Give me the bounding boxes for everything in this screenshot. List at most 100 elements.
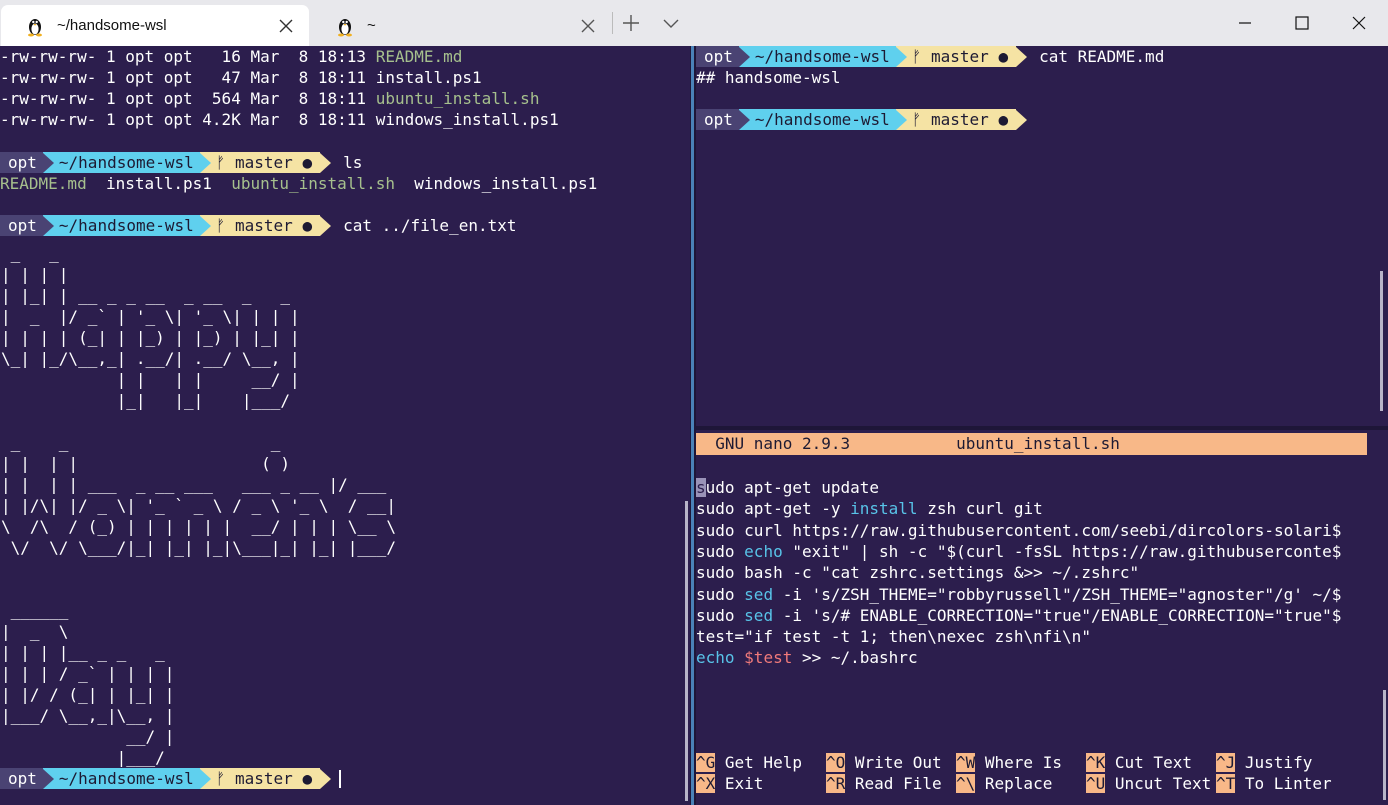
nano-text: sudo bash -c "cat zshrc.settings &>> ~/.… [696,563,1140,583]
minimize-button[interactable] [1217,0,1273,46]
nano-line: sudo apt-get -y install zsh curl git [696,498,1043,519]
nano-shortcut[interactable]: ^\ Replace [956,773,1052,794]
command-text: cat ../file_en.txt [343,216,517,235]
nano-shortcut[interactable]: ^J Justify [1216,752,1312,773]
nano-shortcut-key: ^R [826,774,846,793]
scrollbar[interactable] [685,501,688,801]
terminal-pane-right-top[interactable]: opt ~/handsome-wsl ᚠ master ● cat README… [696,46,1388,426]
nano-text: install [850,499,918,519]
shell-prompt[interactable]: opt ~/handsome-wsl ᚠ master ● [696,109,1028,130]
scrollbar[interactable] [1383,690,1386,800]
nano-shortcut-key: ^W [956,753,976,772]
nano-shortcut-key: ^J [1216,753,1236,772]
nano-text: $test [744,648,793,668]
scrollbar[interactable] [1380,271,1383,411]
nano-shortcut-label: To Linter [1235,774,1332,793]
nano-shortcut[interactable]: ^T To Linter [1216,773,1332,794]
linux-penguin-icon [28,18,42,36]
nano-line: echo $test >> ~/.bashrc [696,647,918,668]
nano-shortcut[interactable]: ^R Read File [826,773,942,794]
nano-text: sudo [696,605,745,625]
nano-shortcut-label: Replace [975,774,1053,793]
close-window-button[interactable] [1331,0,1387,46]
tab-home[interactable]: ~ [311,5,611,46]
tab-handsome-wsl[interactable]: ~/handsome-wsl [1,5,309,46]
nano-text: -i 's/# ENABLE_CORRECTION="true"/ENABLE_… [773,605,1342,625]
nano-shortcut-label: Exit [715,774,764,793]
nano-shortcut-label: Where Is [975,753,1062,772]
nano-text: sed [744,605,774,625]
nano-line: test="if test -t 1; then\nexec zsh\nfi\n… [696,626,1091,647]
nano-line: sudo sed -i 's/ZSH_THEME="robbyrussell"/… [696,584,1341,605]
nano-shortcut-label: Read File [845,774,942,793]
ls-line: -rw-rw-rw- 1 opt opt 16 Mar 8 18:13 READ… [0,47,463,66]
new-tab-icon[interactable] [620,12,642,34]
nano-shortcut-label: Uncut Text [1105,774,1212,793]
nano-title-bar: GNU nano 2.9.3 ubuntu_install.sh [696,433,1367,455]
shell-prompt[interactable]: opt ~/handsome-wsl ᚠ master ● [0,768,342,789]
nano-text: sudo curl https://raw.githubusercontent.… [696,520,1342,540]
tab-title: ~/handsome-wsl [57,17,167,34]
command-output: ## handsome-wsl [696,68,841,87]
ls-line: -rw-rw-rw- 1 opt opt 4.2K Mar 8 18:11 wi… [0,110,559,129]
nano-shortcut-label: Get Help [715,753,802,772]
nano-text: >> ~/.bashrc [792,648,918,668]
nano-text: udo apt-get update [705,478,880,497]
terminal-pane-left[interactable]: -rw-rw-rw- 1 opt opt 16 Mar 8 18:13 READ… [0,46,690,805]
ascii-art-output: _ _ | | | | | |_| | __ _ _ __ _ __ _ _ |… [1,244,396,767]
nano-cursor: s [696,478,706,497]
nano-text: sudo [696,584,745,604]
shell-prompt: opt ~/handsome-wsl ᚠ master ● ls [0,152,362,173]
nano-text: -i 's/ZSH_THEME="robbyrussell"/ZSH_THEME… [773,584,1342,604]
command-text: ls [343,153,363,172]
chevron-down-icon[interactable] [660,12,682,34]
nano-shortcut-label: Justify [1235,753,1313,772]
nano-shortcut[interactable]: ^K Cut Text [1086,752,1192,773]
nano-text: sudo [696,541,745,561]
nano-line: sudo sed -i 's/# ENABLE_CORRECTION="true… [696,605,1341,626]
nano-shortcut-label: Write Out [845,753,942,772]
nano-shortcut-key: ^K [1086,753,1106,772]
linux-penguin-icon [338,18,352,36]
text-cursor [339,769,342,788]
minimize-icon [1239,22,1251,24]
nano-shortcut-key: ^T [1216,774,1236,793]
nano-line: sudo curl https://raw.githubusercontent.… [696,520,1341,541]
shell-prompt: opt ~/handsome-wsl ᚠ master ● cat README… [696,46,1164,67]
nano-line: sudo apt-get update [696,477,879,498]
tab-separator [612,12,613,34]
nano-line: sudo bash -c "cat zshrc.settings &>> ~/.… [696,562,1139,583]
nano-shortcut[interactable]: ^W Where Is [956,752,1062,773]
nano-text: echo [744,541,783,561]
title-bar: ~/handsome-wsl ~ [0,0,1388,46]
nano-shortcut-key: ^G [696,753,716,772]
shell-prompt: opt ~/handsome-wsl ᚠ master ● cat ../fil… [0,215,516,236]
nano-text: zsh curl git [917,499,1043,519]
nano-text [735,648,745,667]
ls-output: README.md install.ps1 ubuntu_install.sh … [0,174,598,193]
nano-line: sudo echo "exit" | sh -c "$(curl -fsSL h… [696,541,1341,562]
command-text: cat README.md [1039,47,1165,66]
nano-shortcut-key: ^\ [956,774,976,793]
nano-shortcut-label: Cut Text [1105,753,1192,772]
nano-text: echo [696,648,735,668]
nano-shortcut-key: ^O [826,753,846,772]
maximize-icon [1295,16,1309,30]
close-tab-icon[interactable] [579,17,597,35]
maximize-button[interactable] [1274,0,1330,46]
nano-text: "exit" | sh -c "$(curl -fsSL https://raw… [782,541,1342,561]
ls-line: -rw-rw-rw- 1 opt opt 564 Mar 8 18:11 ubu… [0,89,540,108]
nano-shortcut[interactable]: ^O Write Out [826,752,942,773]
ls-line: -rw-rw-rw- 1 opt opt 47 Mar 8 18:11 inst… [0,68,482,87]
nano-shortcut[interactable]: ^G Get Help [696,752,802,773]
nano-shortcut[interactable]: ^X Exit [696,773,763,794]
nano-shortcut[interactable]: ^U Uncut Text [1086,773,1211,794]
nano-text: test="if test -t 1; then\nexec zsh\nfi\n… [696,627,1091,647]
nano-text: sudo apt-get -y [696,499,851,519]
nano-shortcut-key: ^U [1086,774,1106,793]
nano-shortcut-key: ^X [696,774,716,793]
close-tab-icon[interactable] [277,17,295,35]
nano-text: sed [744,584,774,604]
tab-title: ~ [367,17,376,34]
close-icon [1352,16,1366,30]
